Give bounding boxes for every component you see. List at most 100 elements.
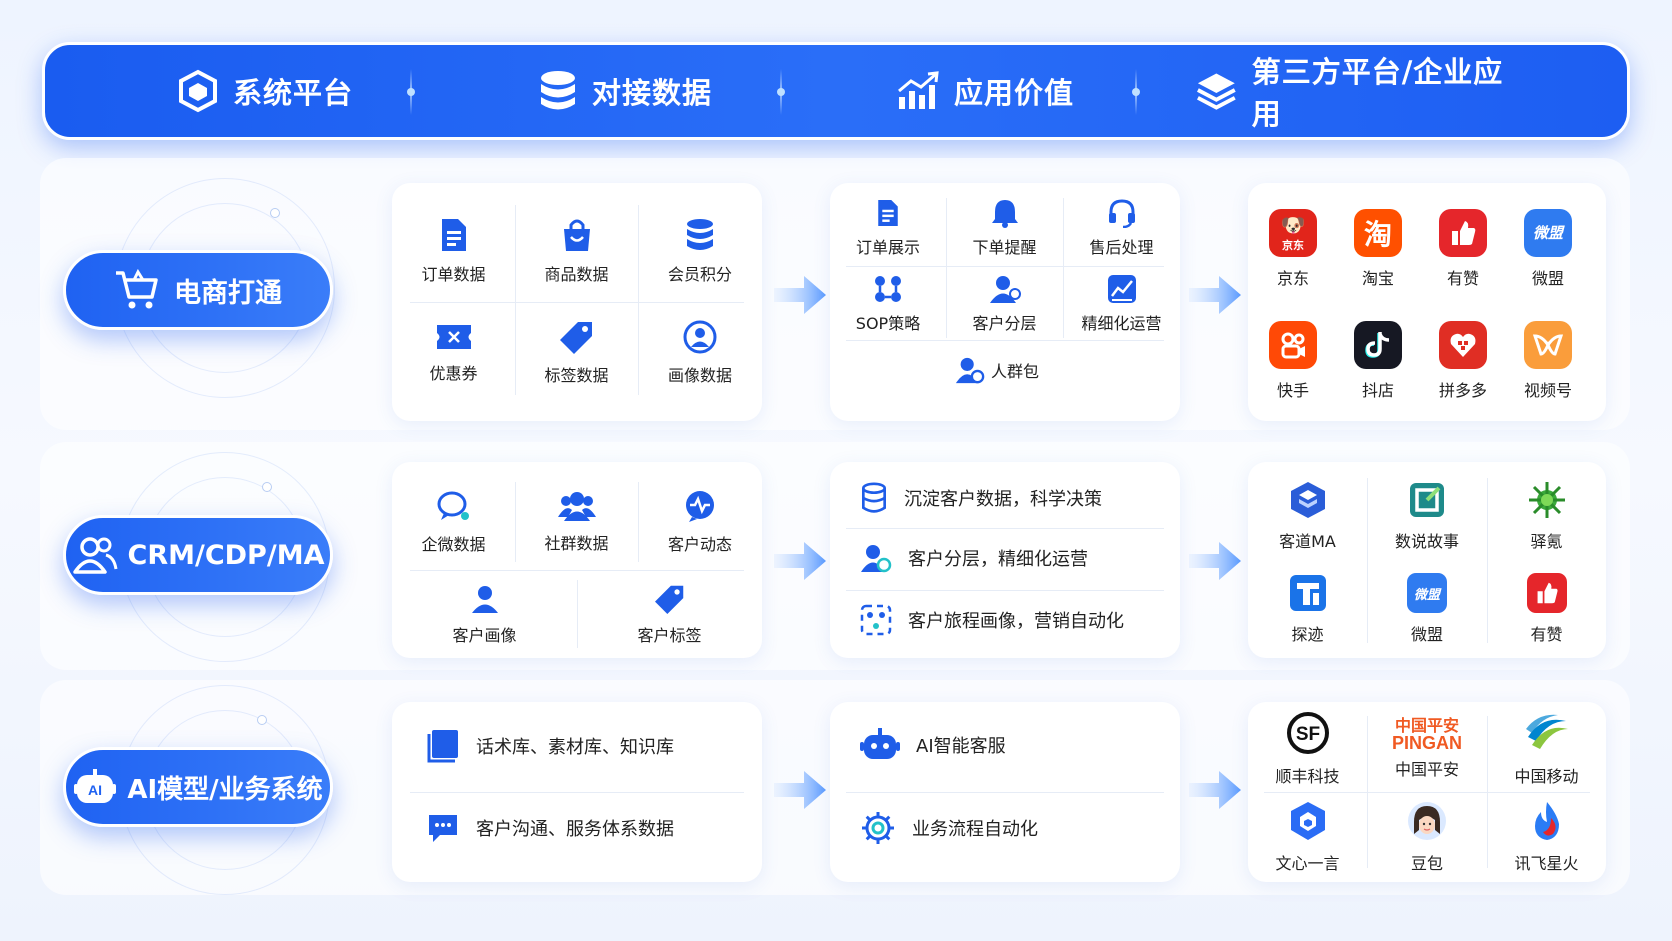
value-item: 精细化运营 bbox=[1063, 270, 1180, 338]
app-tanji[interactable]: 探迹 bbox=[1248, 565, 1367, 653]
app-yike[interactable]: 驿氪 bbox=[1487, 472, 1606, 560]
weimeng-logo-icon: 微盟 bbox=[1524, 208, 1572, 257]
app-shipinhao[interactable]: 视频号 bbox=[1503, 313, 1593, 408]
apps-card: 🐶 京东 京东 淘 淘宝 有赞 微盟 微盟 快手 抖店 拼多多 视频号 bbox=[1248, 183, 1606, 421]
data-item: 优惠券 bbox=[392, 305, 515, 400]
yike-logo-icon bbox=[1528, 482, 1565, 518]
app-chinamobile[interactable]: 中国移动 bbox=[1487, 708, 1606, 790]
pill-label: CRM/CDP/MA bbox=[127, 539, 325, 571]
header-col-third-party: 第三方平台/企业应用 bbox=[1195, 45, 1525, 137]
flow-arrow-icon bbox=[774, 542, 826, 580]
users-icon bbox=[72, 537, 117, 574]
app-kedao-ma[interactable]: 客道MA bbox=[1248, 472, 1367, 560]
header-col-data: 对接数据 bbox=[505, 45, 745, 137]
divider bbox=[846, 590, 1164, 591]
value-item: 客户分层 bbox=[946, 270, 1063, 338]
app-wenxin[interactable]: 文心一言 bbox=[1248, 796, 1367, 878]
analytics-icon bbox=[1107, 275, 1136, 303]
shushuo-logo-icon bbox=[1410, 483, 1444, 517]
flow-arrow-icon bbox=[1189, 276, 1241, 314]
xunfei-spark-icon bbox=[1534, 802, 1559, 840]
app-kuaishou[interactable]: 快手 bbox=[1248, 313, 1338, 408]
data-card: 订单数据 商品数据 会员积分 优惠券 标签数据 画像数据 bbox=[392, 183, 762, 421]
data-item: 标签数据 bbox=[515, 305, 638, 400]
divider bbox=[410, 792, 744, 793]
app-xunfei[interactable]: 讯飞星火 bbox=[1487, 796, 1606, 878]
value-item: SOP策略 bbox=[830, 270, 946, 338]
user-icon bbox=[471, 586, 498, 613]
app-youzan[interactable]: 有赞 bbox=[1487, 565, 1606, 653]
row-ai: AI AI模型/业务系统 话术库、素材库、知识库 客户沟通、服务体系数据 AI智… bbox=[40, 680, 1630, 895]
decor-dot bbox=[270, 208, 280, 218]
bell-icon bbox=[991, 200, 1018, 228]
decor-dot bbox=[257, 715, 267, 725]
sf-logo-icon: SF bbox=[1286, 712, 1329, 754]
layers-icon bbox=[1197, 73, 1236, 110]
app-shushuo[interactable]: 数说故事 bbox=[1367, 472, 1487, 560]
value-item: 售后处理 bbox=[1063, 193, 1180, 263]
value-item: AI智能客服 bbox=[860, 726, 1006, 764]
value-item: 业务流程自动化 bbox=[860, 810, 1038, 846]
app-weimeng[interactable]: 微盟 微盟 bbox=[1367, 565, 1487, 653]
user-group-icon bbox=[989, 276, 1021, 303]
document-icon bbox=[441, 218, 466, 251]
app-weimeng[interactable]: 微盟 微盟 bbox=[1503, 201, 1593, 296]
data-item: 企微数据 bbox=[392, 477, 515, 567]
pingan-logo-icon: 中国平安 PINGAN bbox=[1391, 716, 1462, 753]
divider bbox=[410, 570, 744, 571]
flow-arrow-icon bbox=[1189, 542, 1241, 580]
flow-arrow-icon bbox=[774, 771, 826, 809]
header-bar: 系统平台 对接数据 应用价值 第三方平台/企业应用 bbox=[42, 42, 1630, 140]
header-col-title: 第三方平台/企业应用 bbox=[1251, 55, 1504, 131]
cart-icon bbox=[116, 269, 158, 309]
database-icon bbox=[687, 218, 713, 250]
tag-icon bbox=[654, 585, 683, 614]
app-youzan[interactable]: 有赞 bbox=[1418, 201, 1508, 296]
app-doubao[interactable]: 豆包 bbox=[1367, 796, 1487, 878]
pill-ai[interactable]: AI AI模型/业务系统 bbox=[63, 747, 333, 827]
header-col-title: 应用价值 bbox=[953, 76, 1074, 110]
flow-arrow-icon bbox=[1189, 771, 1241, 809]
app-doudian[interactable]: 抖店 bbox=[1333, 313, 1423, 408]
svg-text:SF: SF bbox=[1295, 724, 1319, 745]
coupon-icon bbox=[436, 324, 471, 349]
data-item: 社群数据 bbox=[515, 477, 638, 567]
jd-logo-icon: 🐶 京东 bbox=[1269, 208, 1317, 257]
user-profile-icon bbox=[683, 320, 717, 353]
app-sf[interactable]: SF 顺丰科技 bbox=[1248, 708, 1367, 790]
tanji-logo-icon bbox=[1289, 575, 1326, 611]
data-item: 客户动态 bbox=[638, 477, 762, 567]
header-col-title: 对接数据 bbox=[591, 76, 712, 110]
data-item: 会员积分 bbox=[638, 203, 762, 298]
pinduoduo-logo-icon bbox=[1439, 320, 1487, 369]
header-divider bbox=[407, 69, 415, 115]
value-card: AI智能客服 业务流程自动化 bbox=[830, 702, 1180, 882]
chat-bubble-icon bbox=[429, 815, 457, 842]
activity-icon bbox=[686, 491, 714, 522]
chart-growth-icon bbox=[898, 71, 939, 109]
document-icon bbox=[878, 200, 898, 226]
data-item: 客户画像 bbox=[392, 574, 577, 656]
app-jd[interactable]: 🐶 京东 京东 bbox=[1248, 201, 1338, 296]
divider bbox=[1264, 792, 1590, 793]
value-card: 沉淀客户数据，科学决策 客户分层，精细化运营 客户旅程画像，营销自动化 bbox=[830, 462, 1180, 658]
app-pingan[interactable]: 中国平安 PINGAN 中国平安 bbox=[1367, 708, 1487, 790]
database-icon bbox=[540, 71, 575, 110]
value-item: 人群包 bbox=[955, 355, 1039, 385]
kedao-logo-icon bbox=[1290, 482, 1325, 518]
taobao-logo-icon: 淘 bbox=[1354, 208, 1402, 257]
data-card: 话术库、素材库、知识库 客户沟通、服务体系数据 bbox=[392, 702, 762, 882]
workflow-icon bbox=[875, 276, 901, 302]
app-pinduoduo[interactable]: 拼多多 bbox=[1418, 313, 1508, 408]
value-item: 客户旅程画像，营销自动化 bbox=[860, 604, 1124, 636]
value-item: 下单提醒 bbox=[946, 193, 1063, 263]
app-taobao[interactable]: 淘 淘宝 bbox=[1333, 201, 1423, 296]
value-card: 订单展示 下单提醒 售后处理 SOP策略 客户分层 精细化运营 人群包 bbox=[830, 183, 1180, 421]
tag-icon bbox=[559, 321, 592, 354]
flow-arrow-icon bbox=[774, 276, 826, 314]
pill-ecommerce[interactable]: 电商打通 bbox=[63, 250, 333, 330]
divider bbox=[410, 302, 744, 303]
journey-icon bbox=[860, 604, 892, 636]
pill-crm[interactable]: CRM/CDP/MA bbox=[63, 515, 333, 595]
community-icon bbox=[557, 492, 596, 521]
